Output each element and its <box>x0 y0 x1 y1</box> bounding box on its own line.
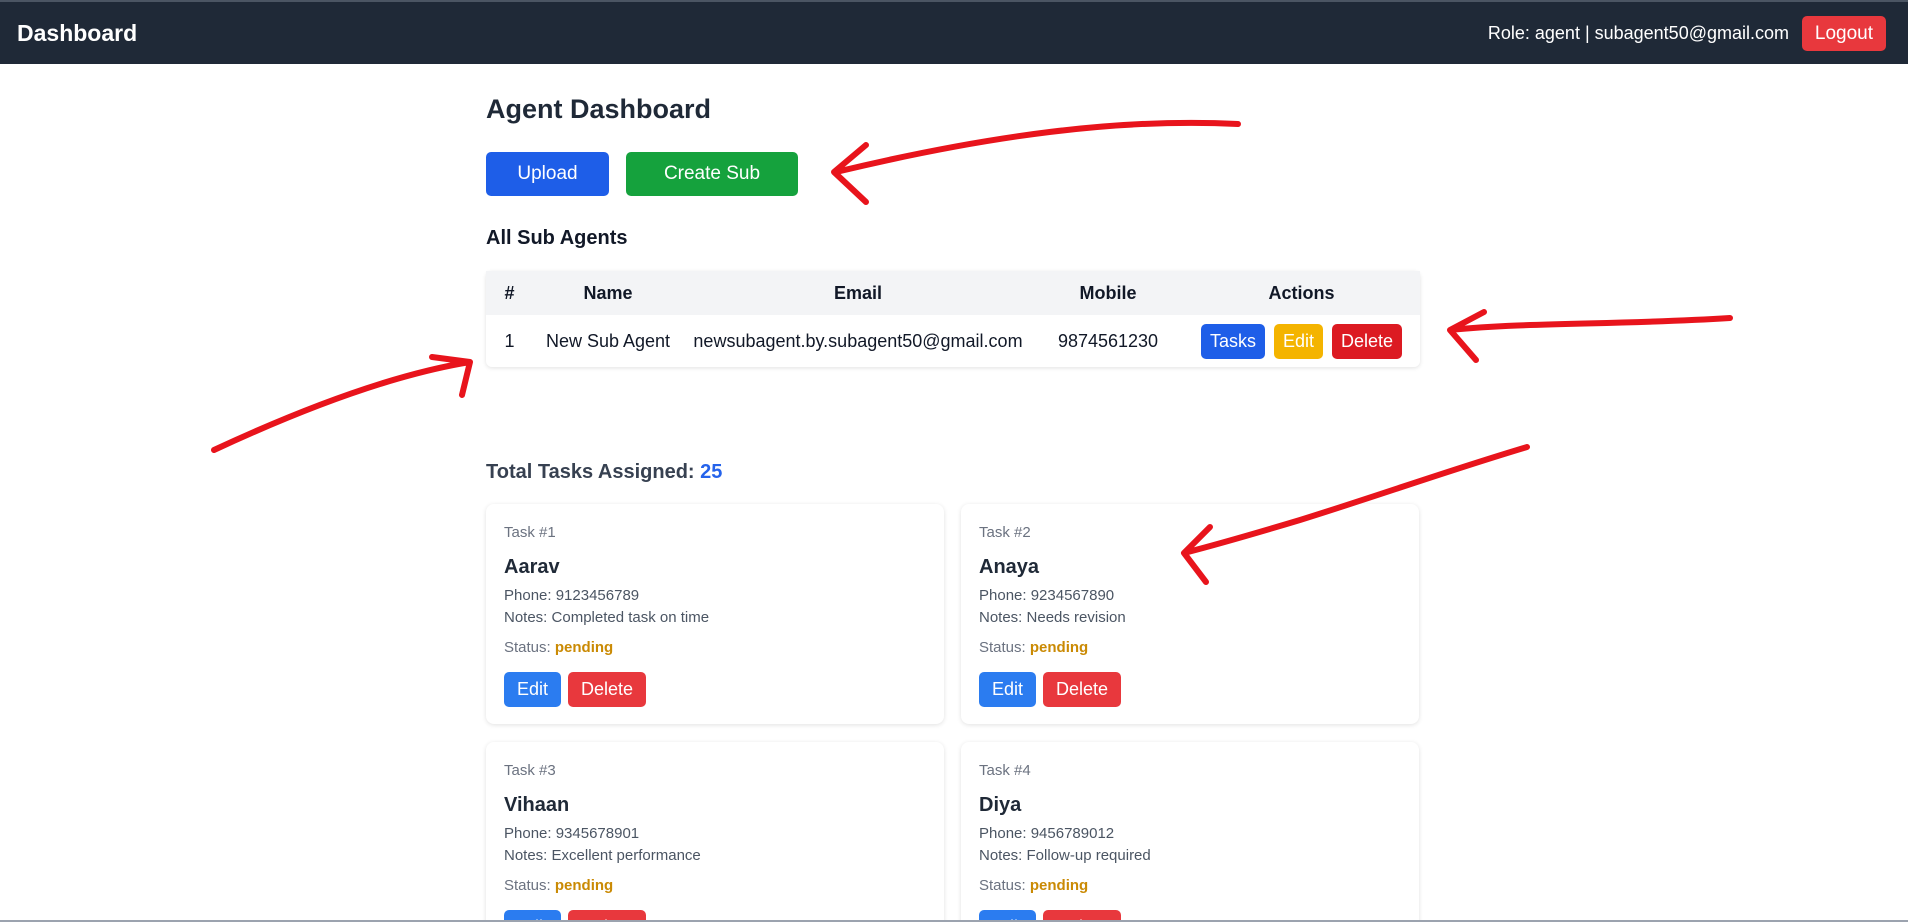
task-name: Anaya <box>979 556 1040 578</box>
task-status-value: pending <box>1029 639 1089 656</box>
task-notes: Notes: Needs revision <box>979 609 1126 626</box>
column-header-mobile: Mobile <box>1079 282 1137 303</box>
create-sub-agent-button[interactable]: Create Sub Agent <box>626 152 798 228</box>
page-title: Agent Dashboard <box>486 94 712 124</box>
task-number: Task #1 <box>504 524 556 541</box>
cell-number: 1 <box>504 330 515 351</box>
total-tasks-label: Total Tasks Assigned: <box>486 461 695 483</box>
task-status-label: Status: <box>979 639 1026 656</box>
top-navbar: Dashboard Role: agent | subagent50@gmail… <box>0 0 1908 64</box>
task-card: Task #4 Diya Phone: 9456789012 Notes: Fo… <box>961 742 1419 922</box>
task-status: Status: pending <box>979 639 1088 656</box>
task-notes: Notes: Completed task on time <box>504 609 710 626</box>
cell-mobile: 9874561230 <box>1057 330 1159 351</box>
column-header-actions: Actions <box>1268 282 1335 303</box>
user-role-info: Role: agent | subagent50@gmail.com <box>1487 23 1789 43</box>
task-phone: Phone: 9456789012 <box>979 825 1115 842</box>
task-status: Status: pending <box>504 877 613 894</box>
task-number: Task #2 <box>979 524 1031 541</box>
cell-email: newsubagent.by.subagent50@gmail.com <box>693 330 1023 351</box>
task-status-label: Status: <box>979 877 1026 894</box>
task-delete-button[interactable]: Delete <box>1043 672 1122 707</box>
tasks-button[interactable]: Tasks <box>1200 323 1265 359</box>
task-status-value: pending <box>1029 877 1089 894</box>
task-number: Task #4 <box>979 762 1031 779</box>
task-edit-button[interactable]: Edit <box>504 672 562 707</box>
task-phone: Phone: 9234567890 <box>979 587 1115 604</box>
task-status-label: Status: <box>504 877 551 894</box>
task-phone: Phone: 9345678901 <box>504 825 640 842</box>
brand-title[interactable]: Dashboard <box>17 20 137 47</box>
table-row: 1 New Sub Agent newsubagent.by.subagent5… <box>486 315 1420 367</box>
cell-actions: Tasks Edit Delete <box>1183 315 1420 367</box>
edit-sub-agent-button[interactable]: Edit <box>1273 323 1323 359</box>
task-name: Vihaan <box>504 794 570 816</box>
task-name: Diya <box>979 794 1022 816</box>
column-header-email: Email <box>833 282 883 303</box>
sub-agents-heading: All Sub Agents <box>486 227 628 249</box>
column-header-number: # <box>504 282 515 303</box>
total-tasks-count: 25 <box>700 461 723 483</box>
sub-agents-table: # Name Email Mobile Actions 1 New Sub Ag… <box>486 271 1420 367</box>
task-number: Task #3 <box>504 762 556 779</box>
task-delete-button[interactable]: Delete <box>568 672 647 707</box>
task-edit-button[interactable]: Edit <box>979 672 1037 707</box>
task-phone: Phone: 9123456789 <box>504 587 640 604</box>
task-card: Task #1 Aarav Phone: 9123456789 Notes: C… <box>486 504 944 724</box>
task-status: Status: pending <box>504 639 613 656</box>
column-header-name: Name <box>583 282 633 303</box>
cell-name: New Sub Agent <box>545 330 671 351</box>
annotation-arrow-buttons <box>831 119 1241 205</box>
table-header-row: # Name Email Mobile Actions <box>486 271 1420 315</box>
task-status-value: pending <box>554 877 614 894</box>
annotation-arrow-actions <box>1447 309 1733 363</box>
task-status: Status: pending <box>979 877 1088 894</box>
total-tasks-heading: Total Tasks Assigned: 25 <box>486 461 722 484</box>
task-notes: Notes: Follow-up required <box>979 847 1151 864</box>
upload-file-button[interactable]: Upload File <box>486 152 609 228</box>
delete-sub-agent-button[interactable]: Delete <box>1332 323 1403 359</box>
task-card: Task #3 Vihaan Phone: 9345678901 Notes: … <box>486 742 944 922</box>
annotation-arrow-table-left <box>211 354 473 453</box>
task-status-value: pending <box>554 639 614 656</box>
red-arrow-annotations <box>211 119 1733 585</box>
task-status-label: Status: <box>504 639 551 656</box>
task-notes: Notes: Excellent performance <box>504 847 701 864</box>
task-name: Aarav <box>504 556 560 578</box>
task-card: Task #2 Anaya Phone: 9234567890 Notes: N… <box>961 504 1419 724</box>
logout-button[interactable]: Logout <box>1801 16 1886 51</box>
